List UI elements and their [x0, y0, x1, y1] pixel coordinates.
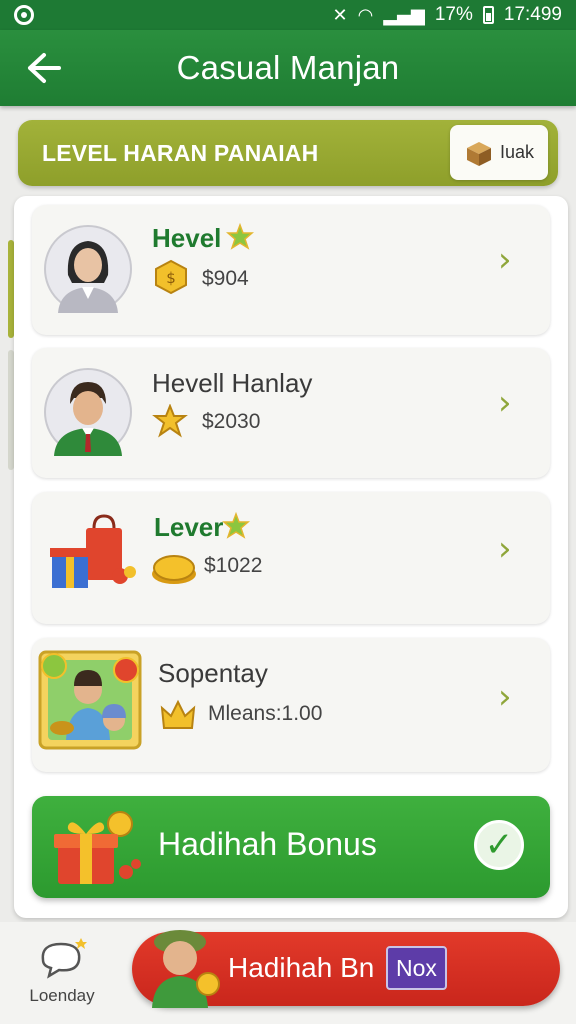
- mascot-icon: [152, 930, 220, 1008]
- mute-icon: ✕: [332, 4, 348, 26]
- family-picture-icon: [38, 650, 142, 750]
- chevron-right-icon[interactable]: ›: [498, 386, 528, 420]
- nav-label: Loenday: [29, 986, 95, 1005]
- gift-bags-icon: [50, 514, 136, 588]
- star-icon: [222, 512, 250, 539]
- list-item-card[interactable]: Lever $1022 ›: [32, 492, 550, 624]
- battery-percent: 17%: [434, 4, 473, 25]
- card-value: Mleans:1.00: [208, 702, 323, 725]
- list-item-card[interactable]: Sopentay Mleans:1.00 ›: [32, 638, 550, 772]
- banner-action-button[interactable]: Iuak: [450, 125, 548, 180]
- chat-bubble-icon: [41, 938, 87, 979]
- cta-tag: Nox: [386, 946, 447, 990]
- card-title: Lever: [154, 512, 224, 542]
- level-banner: LEVEL HARAN PANAIAH Iuak: [18, 120, 558, 186]
- wifi-icon: ◠: [357, 4, 374, 26]
- card-title: Hevel: [152, 223, 222, 253]
- bonus-button[interactable]: Hadihah Bonus ✓: [32, 796, 550, 898]
- back-button[interactable]: [20, 44, 68, 92]
- card-value: $1022: [204, 554, 263, 577]
- status-bar: ✕ ◠ ▂▄▆ 17% 17:499: [0, 0, 576, 30]
- battery-icon: [482, 6, 494, 24]
- check-icon: ✓: [474, 820, 524, 870]
- status-time: 17:499: [503, 4, 562, 25]
- list-item-card[interactable]: Hevel $ $904 ›: [32, 205, 550, 335]
- avatar: [44, 368, 132, 456]
- gift-icon: [54, 811, 141, 884]
- chevron-right-icon[interactable]: ›: [498, 532, 528, 566]
- banner-button-label: Iuak: [499, 142, 535, 162]
- page-title: Casual Manjan: [176, 49, 400, 86]
- gold-coins-icon: [152, 555, 196, 584]
- card-title: Hevell Hanlay: [152, 368, 313, 398]
- chevron-right-icon[interactable]: ›: [498, 680, 528, 714]
- card-value: $904: [202, 267, 249, 290]
- crown-badge-icon: [160, 699, 196, 729]
- star-icon: [226, 223, 254, 250]
- card-value: $2030: [202, 410, 261, 433]
- star-badge-icon: [152, 404, 188, 438]
- box-icon: [466, 141, 491, 166]
- cta-label: Hadihah Bn: [228, 952, 375, 983]
- app-bar: Casual Manjan: [0, 30, 576, 106]
- list-item-card[interactable]: Hevell Hanlay $2030 ›: [32, 348, 550, 478]
- chevron-right-icon[interactable]: ›: [498, 243, 528, 277]
- bonus-label: Hadihah Bonus: [158, 826, 377, 862]
- avatar: [44, 225, 132, 313]
- coin-badge-icon: $: [155, 259, 187, 295]
- level-banner-title: LEVEL HARAN PANAIAH: [42, 139, 319, 166]
- arrow-left-icon: [28, 53, 61, 83]
- card-title: Sopentay: [158, 658, 268, 688]
- notification-icon: [14, 5, 34, 25]
- signal-icon: ▂▄▆: [383, 4, 425, 26]
- svg-text:$: $: [166, 269, 176, 287]
- cta-button[interactable]: Hadihah Bn Nox: [132, 930, 560, 1008]
- nav-item-chat[interactable]: Loenday: [22, 936, 102, 1016]
